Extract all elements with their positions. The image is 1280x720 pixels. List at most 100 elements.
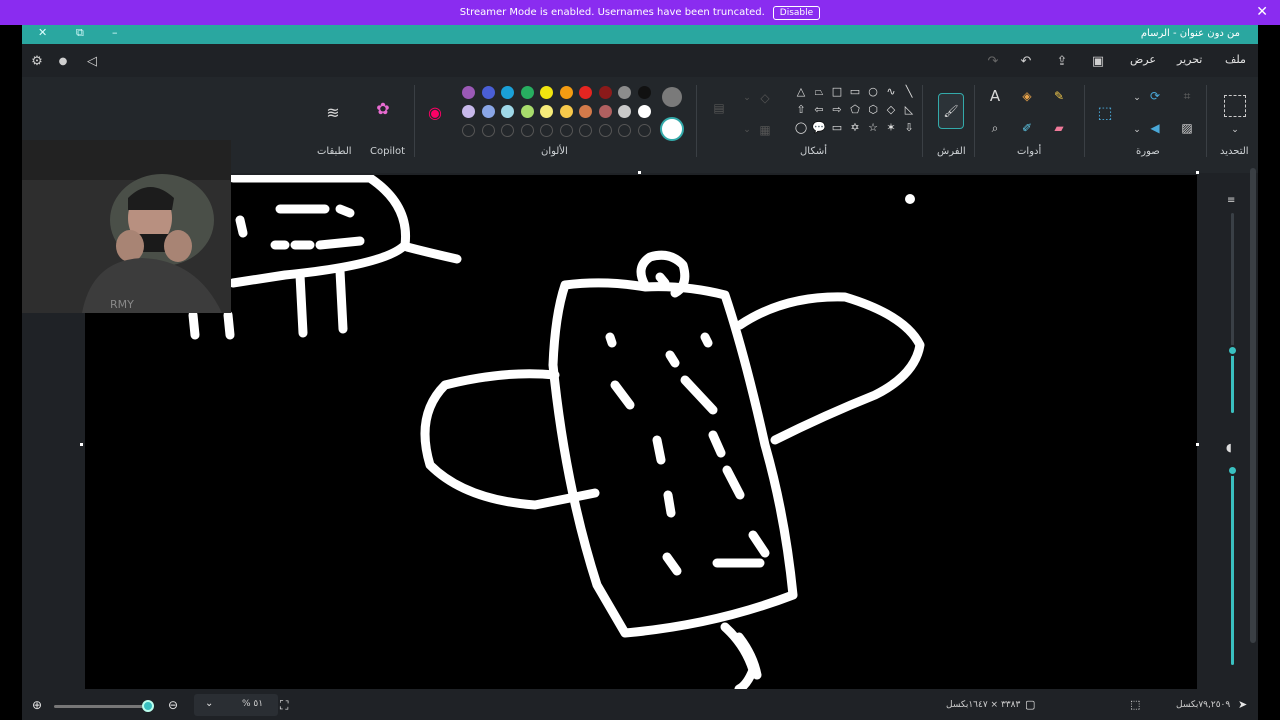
zoom-dropdown[interactable]: ⌄ ٥١ % (194, 694, 278, 716)
custom-color-slot[interactable] (579, 124, 592, 137)
menu-file[interactable]: ملف (1225, 53, 1246, 66)
pencil-icon[interactable]: ✎ (1050, 87, 1068, 105)
custom-color-slot[interactable] (637, 124, 651, 137)
line-icon[interactable]: △ (794, 85, 808, 99)
curve-icon[interactable]: ∿ (884, 85, 898, 99)
vertical-scrollbar[interactable] (1250, 168, 1256, 643)
color-swatch[interactable] (559, 86, 573, 99)
primary-color-swatch[interactable] (662, 87, 682, 107)
group-label-copilot[interactable]: Copilot (370, 146, 405, 157)
oval-icon[interactable]: ◯ (794, 121, 808, 135)
flip-dropdown-icon[interactable]: ⌄ (1128, 121, 1146, 139)
color-swatch[interactable] (501, 86, 514, 99)
color-swatch[interactable] (618, 86, 631, 99)
window-minimize-icon[interactable]: – (112, 26, 118, 39)
custom-color-slot[interactable] (559, 124, 573, 137)
menu-view[interactable]: عرض (1130, 53, 1156, 66)
arrow-down-icon[interactable]: ⇩ (902, 121, 916, 135)
copilot-icon[interactable]: ✿ (374, 99, 392, 118)
custom-color-slot[interactable] (618, 124, 631, 137)
resize-handle-top[interactable] (638, 171, 641, 174)
window-restore-icon[interactable]: ⧉ (76, 26, 84, 40)
zoom-out-icon[interactable]: ⊖ (168, 698, 178, 712)
account-icon[interactable]: ● (52, 50, 74, 72)
resize-handle-top-right[interactable] (1196, 171, 1199, 174)
layers-icon[interactable]: ≋ (324, 103, 342, 122)
fit-to-window-icon[interactable]: ⛶ (280, 698, 288, 713)
opacity-slider-thumb[interactable] (1227, 465, 1238, 476)
undo-icon[interactable]: ↶ (1015, 50, 1037, 72)
rectangle-icon[interactable]: □ (830, 85, 844, 99)
hexagon-icon[interactable]: ⬡ (866, 103, 880, 117)
shape-outline-icon[interactable]: ▤ (710, 99, 728, 117)
menu-edit[interactable]: تحرير (1177, 53, 1202, 66)
callout-icon[interactable]: ▭ (830, 121, 844, 135)
select-icon[interactable] (1224, 95, 1246, 117)
right-triangle-icon[interactable]: ◺ (902, 103, 916, 117)
diagonal-line-icon[interactable]: ╲ (902, 85, 916, 99)
image-resize-icon[interactable]: ⬚ (1096, 103, 1114, 122)
eraser-icon[interactable]: ▰ (1050, 119, 1068, 137)
custom-color-slot[interactable] (481, 124, 495, 137)
arrow-right-icon[interactable]: ⇨ (830, 103, 844, 117)
settings-icon[interactable]: ⚙ (26, 50, 48, 72)
color-swatch[interactable] (520, 86, 534, 99)
color-swatch[interactable] (540, 105, 553, 118)
color-swatch[interactable] (481, 105, 495, 118)
fill-dropdown-icon[interactable]: ⌄ (738, 121, 756, 139)
color-swatch[interactable] (598, 105, 612, 118)
rotate-dropdown-icon[interactable]: ⌄ (1128, 89, 1146, 107)
fill-bucket-icon[interactable]: ◈ (1018, 87, 1036, 105)
fill-icon[interactable]: ▦ (756, 121, 774, 139)
opacity-slider-track[interactable] (1231, 465, 1234, 665)
color-swatch[interactable] (598, 86, 612, 99)
color-swatch[interactable] (462, 105, 475, 118)
disable-streamer-button[interactable]: Disable (772, 5, 821, 20)
color-swatch[interactable] (637, 105, 651, 118)
color-swatch[interactable] (637, 86, 651, 99)
window-close-icon[interactable]: ✕ (38, 26, 47, 39)
arrow-left-icon[interactable]: ⇦ (812, 103, 826, 117)
color-swatch[interactable] (579, 86, 592, 99)
drawing-canvas[interactable] (85, 173, 1197, 694)
share-icon[interactable]: ⇪ (1051, 50, 1073, 72)
custom-color-slot[interactable] (540, 124, 553, 137)
close-icon[interactable]: ✕ (1256, 4, 1268, 20)
color-swatch[interactable] (462, 86, 475, 99)
custom-color-slot[interactable] (598, 124, 612, 137)
color-picker-icon[interactable]: ✐ (1018, 119, 1036, 137)
color-swatch[interactable] (540, 86, 553, 99)
secondary-color-swatch[interactable] (660, 117, 684, 141)
resize-handle-left[interactable] (80, 443, 83, 446)
custom-color-slot[interactable] (501, 124, 514, 137)
ellipse-icon[interactable]: ○ (866, 85, 880, 99)
color-swatch[interactable] (559, 105, 573, 118)
zoom-slider-thumb[interactable] (142, 700, 154, 712)
custom-color-slot[interactable] (462, 124, 475, 137)
brush-icon[interactable]: 🖌 (938, 93, 964, 129)
trapezoid-icon[interactable]: ⏢ (812, 85, 826, 99)
zoom-in-icon[interactable]: ⊕ (32, 698, 42, 712)
redo-icon[interactable]: ↷ (982, 50, 1004, 72)
color-swatch[interactable] (481, 86, 495, 99)
color-swatch[interactable] (501, 105, 514, 118)
color-swatch[interactable] (618, 105, 631, 118)
speech-bubble-icon[interactable]: 💬 (812, 121, 826, 135)
size-slider-thumb[interactable] (1227, 345, 1238, 356)
edit-colors-icon[interactable]: ◉ (426, 103, 444, 122)
crop-icon[interactable]: ⌗ (1178, 87, 1196, 105)
zoom-slider[interactable] (54, 705, 146, 708)
rounded-rect-icon[interactable]: ▭ (848, 85, 862, 99)
custom-color-slot[interactable] (520, 124, 534, 137)
text-tool-icon[interactable]: A (986, 87, 1004, 105)
resize-handle-right[interactable] (1196, 443, 1199, 446)
save-icon[interactable]: ▣ (1087, 50, 1109, 72)
background-removal-icon[interactable]: ▨ (1178, 119, 1196, 137)
arrow-up-icon[interactable]: ⇧ (794, 103, 808, 117)
outline-dropdown-icon[interactable]: ⌄ (738, 89, 756, 107)
magnifier-icon[interactable]: ⌕ (986, 119, 1004, 137)
select-dropdown-icon[interactable]: ⌄ (1226, 121, 1244, 139)
color-swatch[interactable] (579, 105, 592, 118)
star5-icon[interactable]: ☆ (866, 121, 880, 135)
color-swatch[interactable] (520, 105, 534, 118)
